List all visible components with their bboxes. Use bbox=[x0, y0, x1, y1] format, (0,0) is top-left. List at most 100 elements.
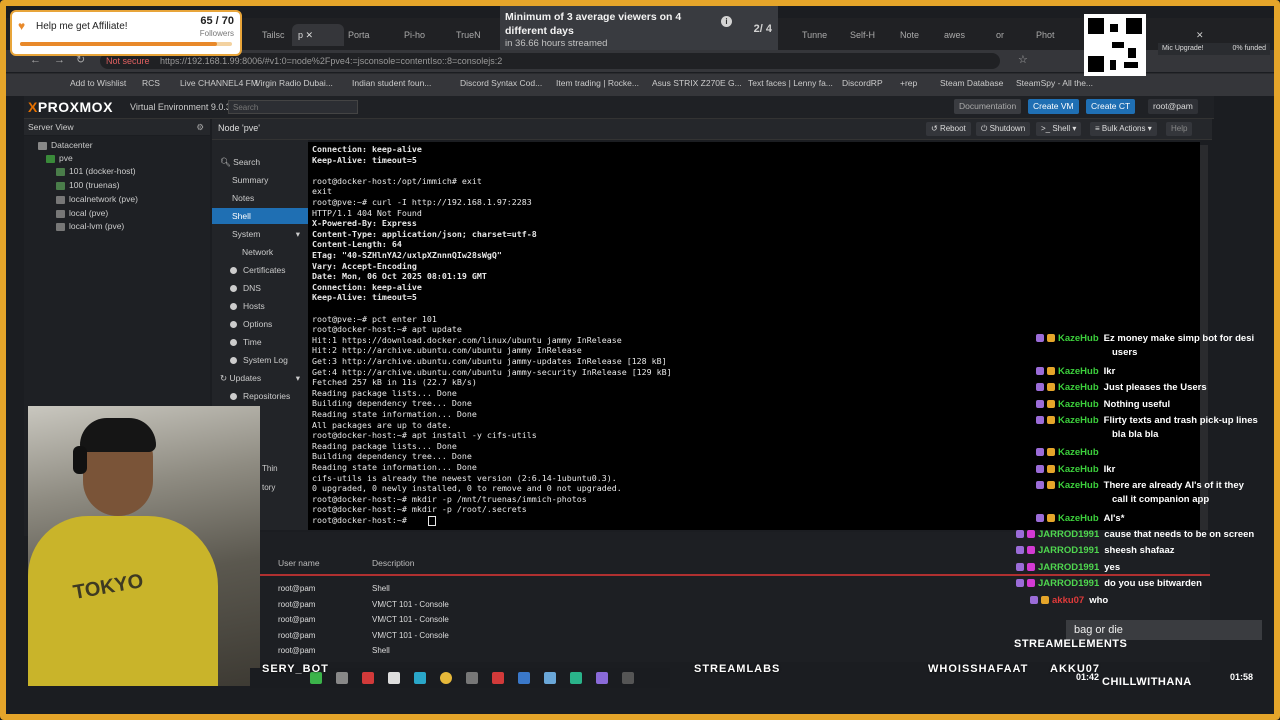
tree-item[interactable]: 100 (truenas) bbox=[56, 180, 120, 190]
tab-awesome[interactable]: awes bbox=[938, 24, 971, 46]
terminal-line: X-Powered-By: Express bbox=[312, 218, 417, 229]
heart-icon: ♥ bbox=[18, 19, 26, 33]
nav-hosts[interactable]: Hosts bbox=[212, 298, 308, 314]
nav-search[interactable]: 🔍︎ Search bbox=[212, 154, 308, 170]
nav-time[interactable]: Time bbox=[212, 334, 308, 350]
search-input[interactable]: Search bbox=[228, 100, 358, 114]
nav-network[interactable]: Network bbox=[212, 244, 308, 260]
chat-badge-icon bbox=[1027, 546, 1035, 555]
documentation-button[interactable]: Documentation bbox=[954, 99, 1022, 114]
bookmark[interactable]: SteamSpy - All the... bbox=[1016, 78, 1093, 88]
reboot-button[interactable]: ↺ Reboot bbox=[926, 122, 971, 136]
create-vm-button[interactable]: Create VM bbox=[1028, 99, 1079, 114]
bookmark[interactable]: +rep bbox=[900, 78, 917, 88]
credit-whoisshafaat: WHOISSHAFAAT bbox=[928, 663, 1029, 675]
nav-repositories[interactable]: Repositories bbox=[212, 388, 308, 404]
nav-shell[interactable]: Shell bbox=[212, 208, 308, 224]
shutdown-button[interactable]: ⏻ Shutdown bbox=[976, 122, 1031, 136]
bookmark[interactable]: Steam Database bbox=[940, 78, 1003, 88]
nav-notes[interactable]: Notes bbox=[212, 190, 308, 206]
chat-badge-icon bbox=[1016, 579, 1024, 588]
nav-summary[interactable]: Summary bbox=[212, 172, 308, 188]
task-description[interactable]: VM/CT 101 - Console bbox=[372, 631, 449, 640]
tab-or[interactable]: or bbox=[990, 24, 1010, 46]
tab-photos[interactable]: Phot bbox=[1030, 24, 1061, 46]
chat-message: KazeHub Nothing useful bbox=[1036, 398, 1170, 411]
terminal-line: HTTP/1.1 404 Not Found bbox=[312, 207, 422, 218]
chat-badge-icon bbox=[1036, 514, 1044, 523]
bookmark[interactable]: Discord Syntax Cod... bbox=[460, 78, 542, 88]
task-description[interactable]: Shell bbox=[372, 584, 390, 593]
bookmark[interactable]: Item trading | Rocke... bbox=[556, 78, 639, 88]
chat-text-continued: call it companion app bbox=[1112, 494, 1210, 505]
bookmark[interactable]: DiscordRP bbox=[842, 78, 883, 88]
tree-item[interactable]: 101 (docker-host) bbox=[56, 166, 136, 176]
nav-certificates[interactable]: Certificates bbox=[212, 262, 308, 278]
chat-username: JARROD1991 bbox=[1038, 529, 1100, 540]
tab-tunnel[interactable]: Tunne bbox=[796, 24, 833, 46]
user-menu-button[interactable]: root@pam bbox=[1148, 99, 1198, 114]
nav-system[interactable]: System ▾ bbox=[212, 226, 308, 242]
tab-truenas[interactable]: TrueN bbox=[450, 24, 487, 46]
tab-proxmox[interactable]: p ✕ bbox=[292, 24, 344, 46]
task-user[interactable]: root@pam bbox=[278, 631, 315, 640]
create-ct-button[interactable]: Create CT bbox=[1086, 99, 1136, 114]
tab-selfhosted[interactable]: Self-H bbox=[844, 24, 881, 46]
task-user[interactable]: root@pam bbox=[278, 646, 315, 655]
tab-notes[interactable]: Note bbox=[894, 24, 925, 46]
bookmark[interactable]: Live CHANNEL4 FM bbox=[180, 78, 258, 88]
task-user[interactable]: root@pam bbox=[278, 584, 315, 593]
bookmark[interactable]: Add to Wishlist bbox=[70, 78, 126, 88]
terminal-line: Hit:2 http://archive.ubuntu.com/ubuntu j… bbox=[312, 345, 582, 356]
close-tab-icon[interactable]: ✕ bbox=[306, 30, 314, 40]
tree-item[interactable]: local-lvm (pve) bbox=[56, 221, 124, 231]
terminal-line: Content-Type: application/json; charset=… bbox=[312, 228, 537, 239]
help-button[interactable]: Help bbox=[1166, 122, 1193, 136]
container-icon bbox=[56, 167, 65, 176]
chat-badge-icon bbox=[1016, 546, 1024, 555]
bookmark[interactable]: Asus STRIX Z270E G... bbox=[652, 78, 742, 88]
affiliate-progress-fill bbox=[20, 42, 218, 46]
dns-icon bbox=[230, 285, 237, 293]
server-view-select[interactable]: Server View ⚙ bbox=[24, 119, 210, 135]
nav-options[interactable]: Options bbox=[212, 316, 308, 332]
tab-pihole[interactable]: Pi-ho bbox=[398, 24, 431, 46]
bookmark[interactable]: Text faces | Lenny fa... bbox=[748, 78, 833, 88]
column-user[interactable]: User name bbox=[278, 558, 320, 568]
headphone-icon bbox=[73, 446, 87, 474]
tab-portainer[interactable]: Porta bbox=[342, 24, 376, 46]
nav-thin[interactable]: Thin bbox=[262, 464, 278, 473]
task-description[interactable]: Shell bbox=[372, 646, 390, 655]
chat-badge-icon bbox=[1036, 481, 1044, 490]
nav-inventory[interactable]: tory bbox=[262, 483, 275, 492]
task-description[interactable]: VM/CT 101 - Console bbox=[372, 600, 449, 609]
qr-code-icon bbox=[1084, 14, 1146, 76]
star-icon[interactable]: ☆ bbox=[1018, 53, 1028, 66]
chat-badge-icon bbox=[1036, 334, 1044, 343]
time-icon bbox=[230, 339, 237, 347]
chat-badge-icon bbox=[1041, 596, 1049, 605]
bookmark[interactable]: RCS bbox=[142, 78, 160, 88]
nav-dns[interactable]: DNS bbox=[212, 280, 308, 296]
bulk-actions-button[interactable]: ≡ Bulk Actions ▾ bbox=[1090, 122, 1157, 136]
storage-icon bbox=[56, 209, 65, 218]
tree-datacenter[interactable]: Datacenter bbox=[38, 140, 93, 150]
task-description[interactable]: VM/CT 101 - Console bbox=[372, 615, 449, 624]
task-user[interactable]: root@pam bbox=[278, 615, 315, 624]
bookmark[interactable]: Indian student foun... bbox=[352, 78, 431, 88]
terminal-line: Reading state information... Done bbox=[312, 409, 477, 419]
shell-button[interactable]: >_ Shell ▾ bbox=[1036, 122, 1082, 136]
chat-message: KazeHub Ez money make simp bot for desi bbox=[1036, 332, 1254, 345]
bookmark[interactable]: Virgin Radio Dubai... bbox=[255, 78, 333, 88]
gear-icon[interactable]: ⚙ bbox=[196, 119, 204, 135]
tree-node[interactable]: pve bbox=[46, 153, 73, 163]
tab-tailscale[interactable]: Tailsc bbox=[256, 24, 291, 46]
tree-item[interactable]: local (pve) bbox=[56, 208, 108, 218]
nav-updates[interactable]: ↻ Updates ▾ bbox=[212, 370, 308, 386]
column-description[interactable]: Description bbox=[372, 558, 415, 568]
task-user[interactable]: root@pam bbox=[278, 600, 315, 609]
nav-system-log[interactable]: System Log bbox=[212, 352, 308, 368]
tree-item[interactable]: localnetwork (pve) bbox=[56, 194, 138, 204]
chat-message: JARROD1991 do you use bitwarden bbox=[1016, 577, 1202, 590]
chat-message: KazeHub Ikr bbox=[1036, 365, 1115, 378]
